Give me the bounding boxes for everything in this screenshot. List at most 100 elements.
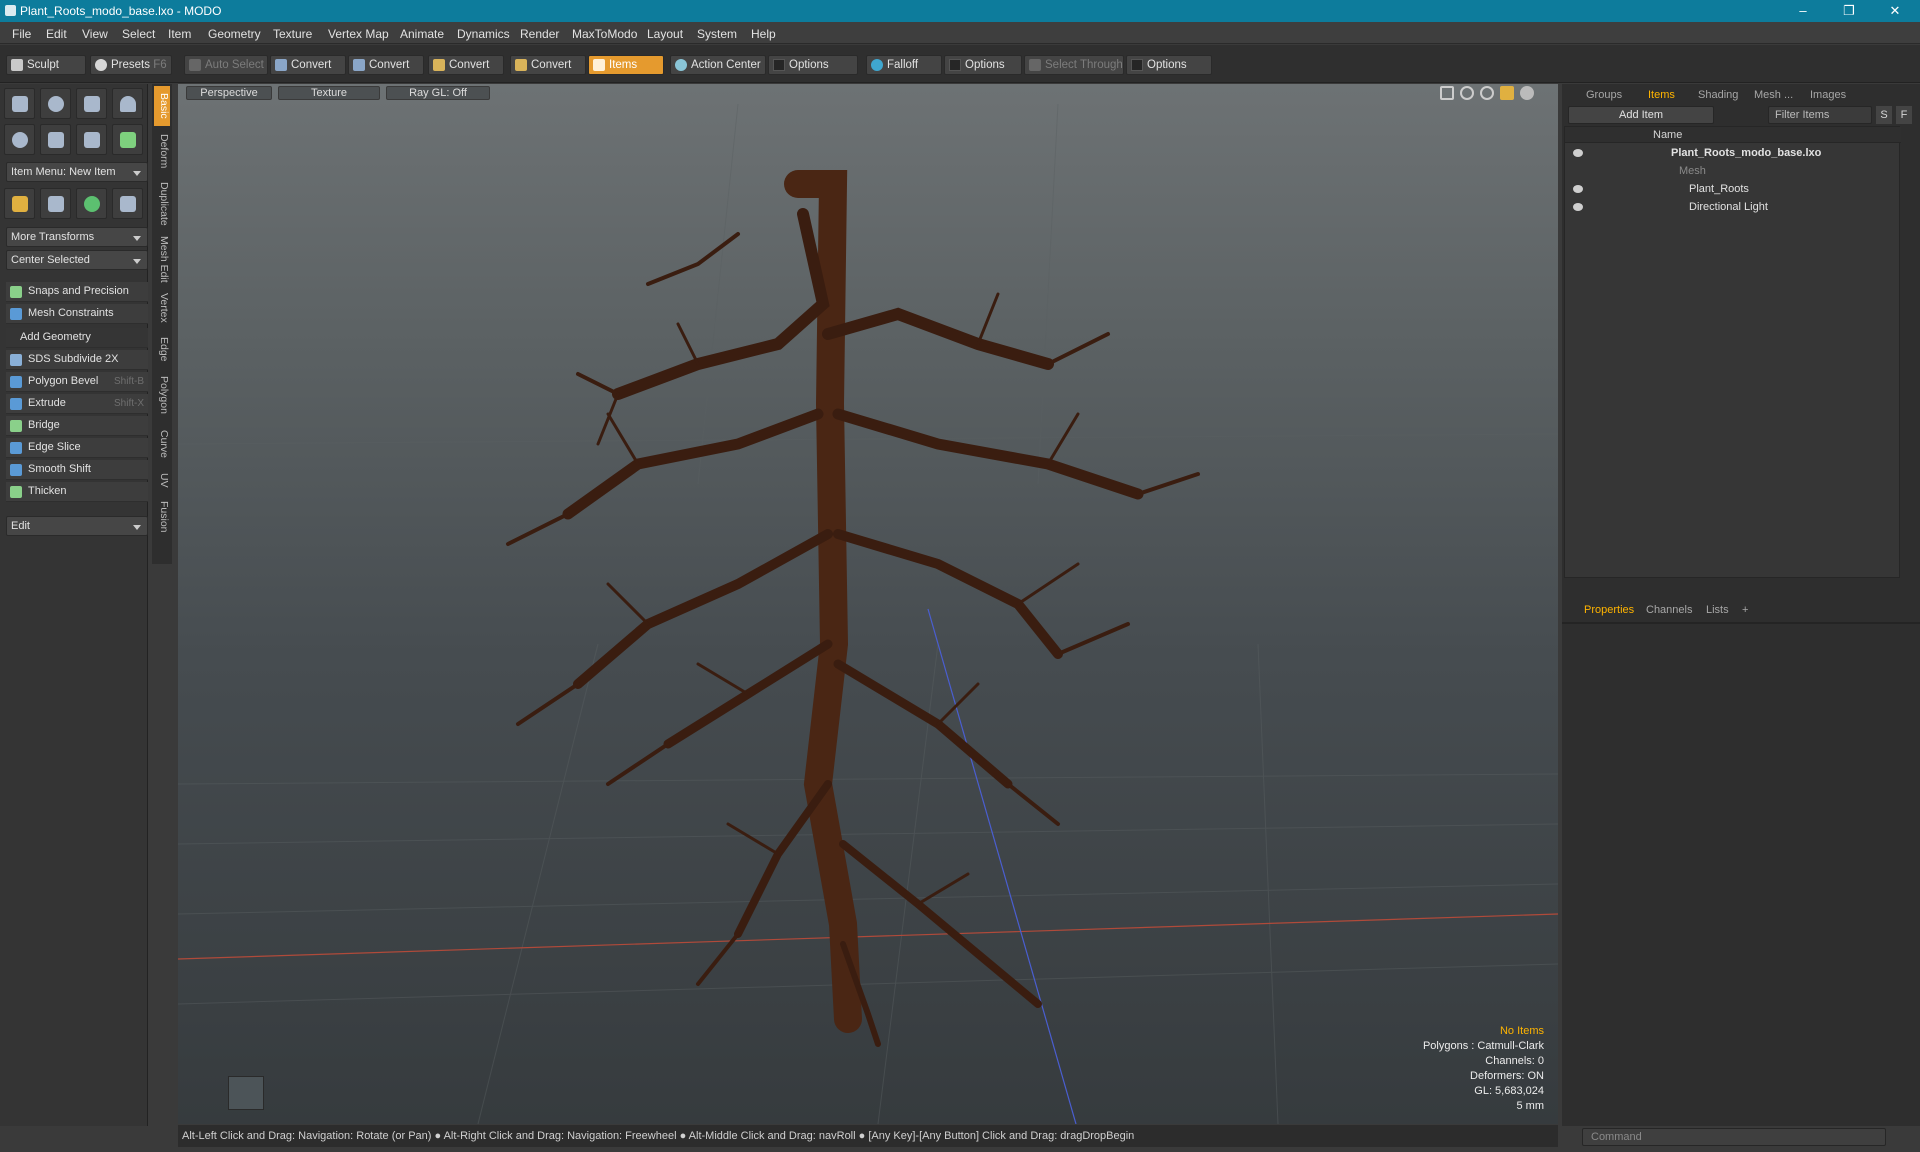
tab-items[interactable]: Items (1648, 87, 1675, 103)
tree-row-plant-roots[interactable]: Plant_Roots (1565, 180, 1901, 198)
sds-subdivide-button[interactable]: SDS Subdivide 2X (6, 350, 148, 370)
menu-animate[interactable]: Animate (400, 27, 444, 41)
falloff-button[interactable]: Falloff (866, 55, 942, 75)
tree-row-directional-light[interactable]: Directional Light (1565, 198, 1901, 216)
menu-help[interactable]: Help (751, 27, 776, 41)
sphere-tool-button[interactable] (40, 88, 71, 119)
tube-tool-button[interactable] (40, 124, 71, 155)
tab-basic[interactable]: Basic (154, 86, 170, 126)
pen-tool-button[interactable] (76, 124, 107, 155)
edge-slice-button[interactable]: Edge Slice (6, 438, 148, 458)
minimize-button[interactable]: – (1780, 0, 1826, 22)
menu-maxtomodo[interactable]: MaxToModo (572, 27, 637, 41)
filter-f-button[interactable]: F (1896, 106, 1912, 124)
globe-tool-button[interactable] (76, 188, 107, 219)
tab-mesh-edit[interactable]: Mesh Edit (154, 234, 170, 284)
menu-geometry[interactable]: Geometry (208, 27, 261, 41)
eye-icon[interactable] (1573, 185, 1583, 193)
select-through-button[interactable]: Select Through (1024, 55, 1124, 75)
tube-icon (48, 132, 64, 148)
falloff-options-button[interactable]: Options (944, 55, 1022, 75)
cylinder-tool-button[interactable] (76, 88, 107, 119)
thicken-button[interactable]: Thicken (6, 482, 148, 502)
tab-images[interactable]: Images (1810, 87, 1846, 103)
add-item-dropdown[interactable]: Add Item (1568, 106, 1714, 124)
command-input[interactable]: Command (1582, 1128, 1886, 1146)
snaps-precision-button[interactable]: Snaps and Precision (6, 282, 148, 302)
convert-polygons-button[interactable]: Convert (428, 55, 504, 75)
tab-vertex[interactable]: Vertex (154, 288, 170, 328)
menu-edit[interactable]: Edit (46, 27, 67, 41)
add-tab-button[interactable]: + (1742, 602, 1748, 618)
presets-button[interactable]: Presets F6 (90, 55, 172, 75)
tab-shading[interactable]: Shading (1698, 87, 1738, 103)
tab-lists[interactable]: Lists (1706, 602, 1729, 618)
tab-mesh[interactable]: Mesh ... (1754, 87, 1793, 103)
tab-duplicate[interactable]: Duplicate (154, 178, 170, 230)
menu-item[interactable]: Item (168, 27, 191, 41)
grid-tool-button[interactable] (40, 188, 71, 219)
center-selected-dropdown[interactable]: Center Selected (6, 250, 148, 270)
filter-items-input[interactable]: Filter Items (1768, 106, 1872, 124)
convert-materials-button[interactable]: Convert (510, 55, 586, 75)
convert-vertices-button[interactable]: Convert (270, 55, 346, 75)
menu-vertex-map[interactable]: Vertex Map (328, 27, 389, 41)
tab-uv[interactable]: UV (154, 468, 170, 492)
action-center-options-button[interactable]: Options (768, 55, 858, 75)
fit-view-icon[interactable] (1500, 86, 1514, 100)
gear-icon[interactable] (1520, 86, 1534, 100)
text-tool-button[interactable] (112, 124, 143, 155)
sculpt-button[interactable]: Sculpt (6, 55, 86, 75)
filter-s-button[interactable]: S (1876, 106, 1892, 124)
cone-tool-button[interactable] (112, 88, 143, 119)
pan-icon[interactable] (1440, 86, 1454, 100)
tab-channels[interactable]: Channels (1646, 602, 1692, 618)
cube-tool-button[interactable] (4, 88, 35, 119)
menu-file[interactable]: File (12, 27, 31, 41)
extrude-button[interactable]: Extrude Shift-X (6, 394, 148, 414)
name-column-header[interactable]: Name (1653, 129, 1682, 141)
tab-edge[interactable]: Edge (154, 332, 170, 366)
add-geometry-header[interactable]: Add Geometry (6, 328, 148, 348)
menu-system[interactable]: System (697, 27, 737, 41)
tab-properties[interactable]: Properties (1584, 602, 1634, 618)
menu-view[interactable]: View (82, 27, 108, 41)
3d-viewport[interactable]: Perspective Texture Ray GL: Off No Items… (178, 84, 1558, 1124)
tab-polygon[interactable]: Polygon (154, 370, 170, 420)
menu-layout[interactable]: Layout (647, 27, 683, 41)
menu-dynamics[interactable]: Dynamics (457, 27, 510, 41)
tab-deform[interactable]: Deform (154, 128, 170, 174)
torus-tool-button[interactable] (4, 124, 35, 155)
tab-curve[interactable]: Curve (154, 424, 170, 464)
eye-icon[interactable] (1573, 149, 1583, 157)
items-mode-button[interactable]: Items (588, 55, 664, 75)
tree-row-mesh[interactable]: Mesh (1565, 162, 1901, 180)
action-center-button[interactable]: Action Center (670, 55, 766, 75)
convert-edges-button[interactable]: Convert (348, 55, 424, 75)
menu-texture[interactable]: Texture (273, 27, 312, 41)
ray-gl-button[interactable]: Ray GL: Off (386, 86, 490, 100)
bridge-button[interactable]: Bridge (6, 416, 148, 436)
rotate-icon[interactable] (1460, 86, 1474, 100)
transform-tool-button[interactable] (4, 188, 35, 219)
tab-groups[interactable]: Groups (1586, 87, 1622, 103)
auto-select-button[interactable]: Auto Select (184, 55, 268, 75)
polygon-bevel-button[interactable]: Polygon Bevel Shift-B (6, 372, 148, 392)
edit-dropdown[interactable]: Edit (6, 516, 148, 536)
tree-row-scene[interactable]: Plant_Roots_modo_base.lxo (1565, 144, 1901, 162)
item-menu-dropdown[interactable]: Item Menu: New Item (6, 162, 148, 182)
menu-render[interactable]: Render (520, 27, 559, 41)
smooth-shift-button[interactable]: Smooth Shift (6, 460, 148, 480)
tab-fusion[interactable]: Fusion (154, 496, 170, 538)
select-through-options-button[interactable]: Options (1126, 55, 1212, 75)
maximize-button[interactable]: ❐ (1826, 0, 1872, 22)
pyramid-tool-button[interactable] (112, 188, 143, 219)
shading-mode-button[interactable]: Texture (278, 86, 380, 100)
menu-select[interactable]: Select (122, 27, 155, 41)
close-button[interactable]: ✕ (1872, 0, 1918, 22)
view-type-button[interactable]: Perspective (186, 86, 272, 100)
eye-icon[interactable] (1573, 203, 1583, 211)
mesh-constraints-button[interactable]: Mesh Constraints (6, 304, 148, 324)
zoom-icon[interactable] (1480, 86, 1494, 100)
more-transforms-dropdown[interactable]: More Transforms (6, 227, 148, 247)
